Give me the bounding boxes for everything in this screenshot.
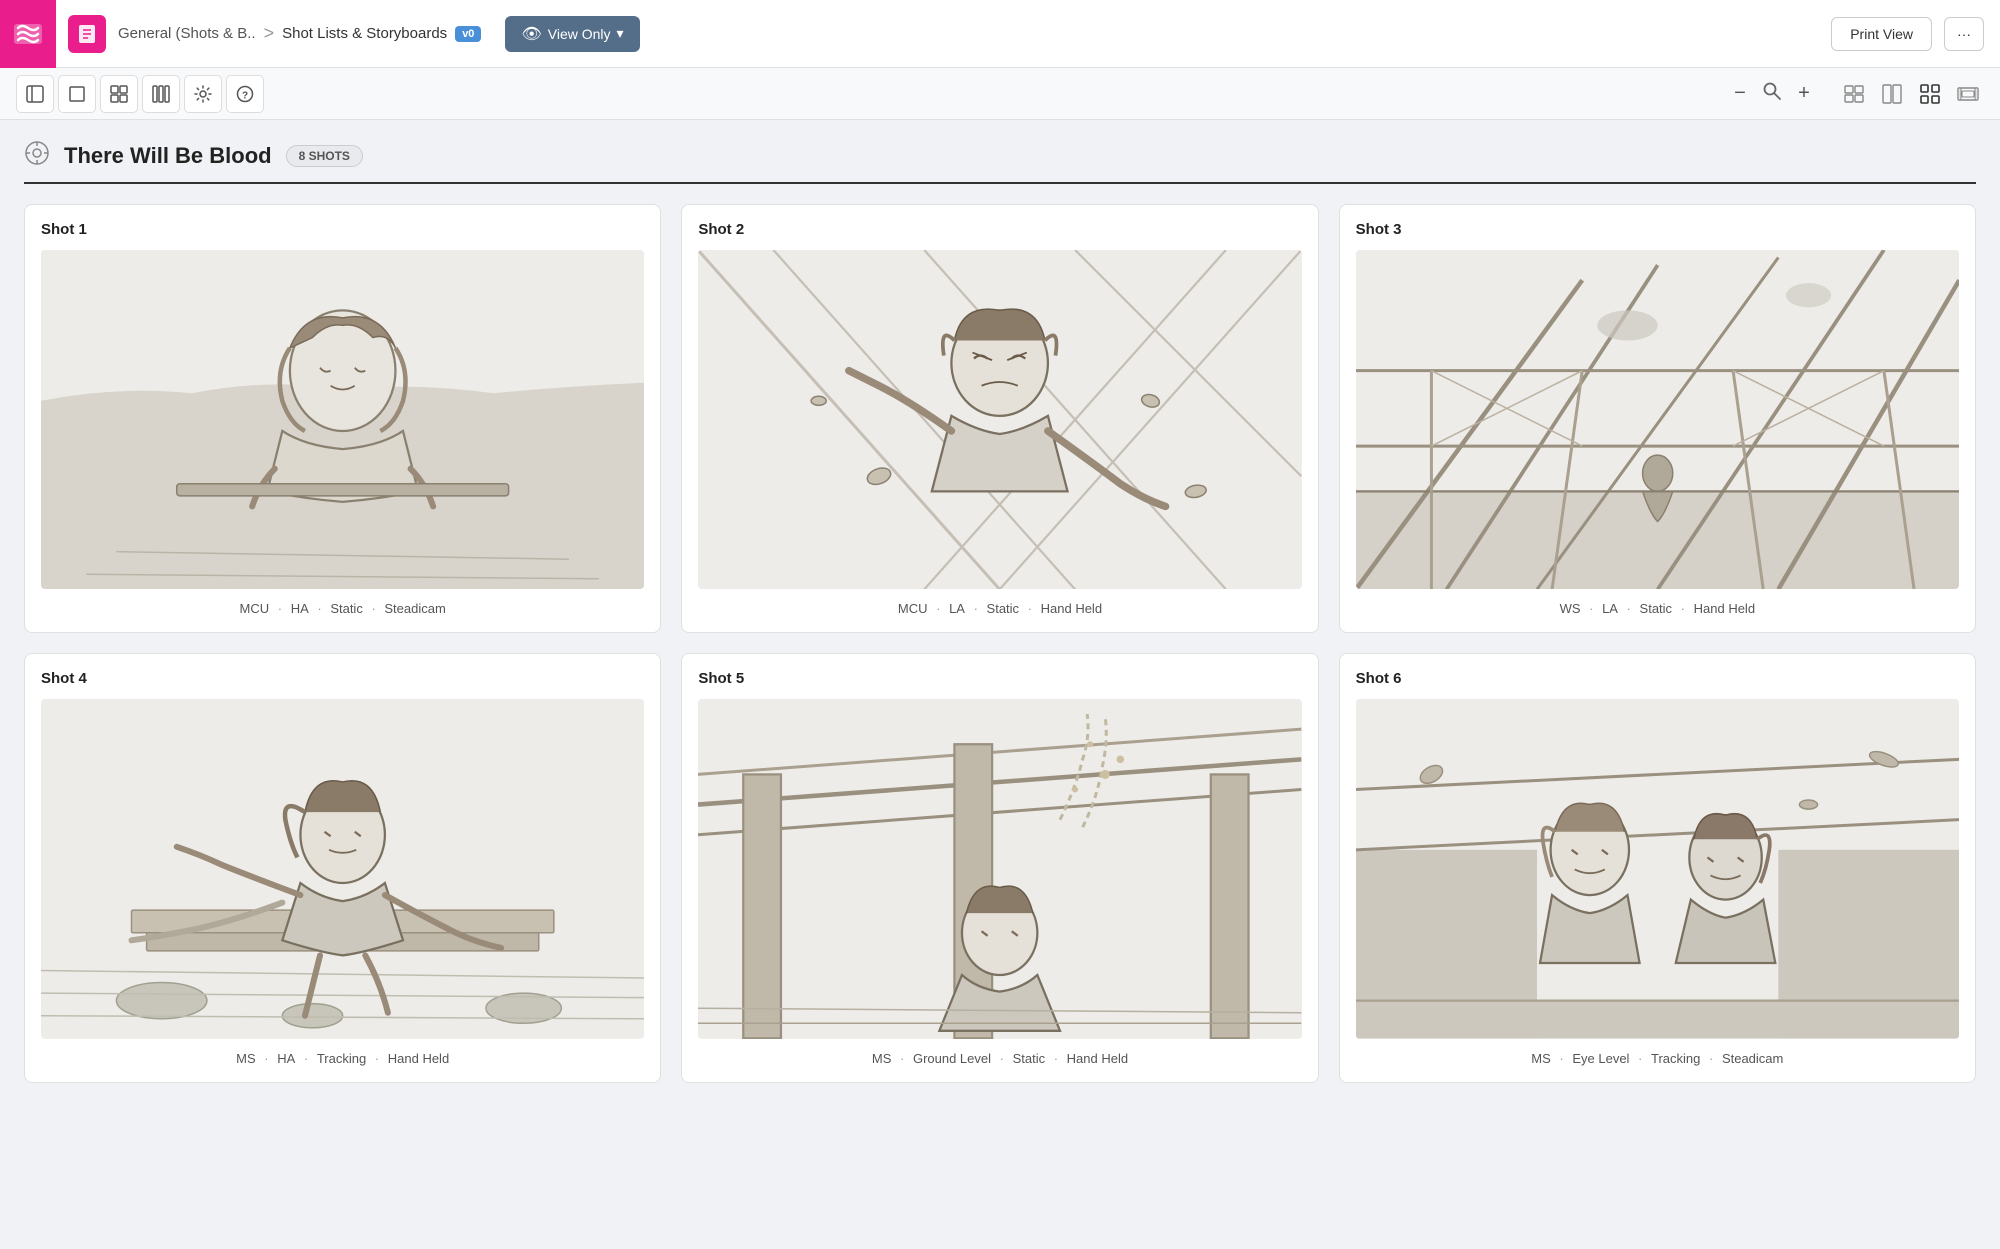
- section-header: There Will Be Blood 8 SHOTS: [24, 140, 1976, 172]
- section-title: There Will Be Blood: [64, 143, 272, 169]
- sidebar-icon: [26, 85, 44, 103]
- grid-view-button[interactable]: [1914, 78, 1946, 110]
- shots-count-badge: 8 SHOTS: [286, 145, 363, 167]
- detail-view-button[interactable]: [1876, 78, 1908, 110]
- print-view-button[interactable]: Print View: [1831, 17, 1932, 51]
- view-only-label: View Only: [548, 26, 611, 42]
- detail-view-icon: [1881, 83, 1903, 105]
- shot-card-1[interactable]: Shot 1: [24, 204, 661, 633]
- columns-icon: [152, 85, 170, 103]
- shot-card-3[interactable]: Shot 3: [1339, 204, 1976, 633]
- shot-6-image: [1356, 699, 1959, 1038]
- zoom-icon: [1762, 81, 1782, 106]
- shot-6-title: Shot 6: [1356, 670, 1959, 687]
- shot-6-tags: MS · Eye Level · Tracking · Steadicam: [1356, 1051, 1959, 1066]
- version-badge: v0: [455, 26, 481, 42]
- shots-grid: Shot 1: [24, 204, 1976, 1083]
- shot-1-sketch: [41, 250, 644, 589]
- shot-2-tags: MCU · LA · Static · Hand Held: [698, 601, 1301, 616]
- filmstrip-icon: [1957, 83, 1979, 105]
- shot-5-sketch: [698, 699, 1301, 1038]
- clapperboard-icon: [24, 140, 50, 166]
- shot-1-tags: MCU · HA · Static · Steadicam: [41, 601, 644, 616]
- shot-5-tags: MS · Ground Level · Static · Hand Held: [698, 1051, 1301, 1066]
- shot-5-title: Shot 5: [698, 670, 1301, 687]
- shot-2-image: [698, 250, 1301, 589]
- toolbar: ? − +: [0, 68, 2000, 120]
- settings-button[interactable]: [184, 75, 222, 113]
- svg-text:?: ?: [242, 90, 248, 101]
- grid-panel-icon: [110, 85, 128, 103]
- help-button[interactable]: ?: [226, 75, 264, 113]
- view-only-button[interactable]: 👁 View Only ▾: [505, 16, 639, 52]
- grid-view-icon: [1919, 83, 1941, 105]
- section-divider: [24, 182, 1976, 184]
- more-options-button[interactable]: ···: [1944, 17, 1984, 51]
- shot-2-title: Shot 2: [698, 221, 1301, 238]
- view-mode-buttons: [1838, 78, 1984, 110]
- chevron-down-icon: ▾: [617, 25, 624, 42]
- shot-3-sketch: [1356, 250, 1959, 589]
- shot-3-image: [1356, 250, 1959, 589]
- shot-3-title: Shot 3: [1356, 221, 1959, 238]
- zoom-in-button[interactable]: +: [1790, 80, 1818, 108]
- breadcrumb: General (Shots & B.. > Shot Lists & Stor…: [118, 23, 481, 44]
- single-panel-button[interactable]: [58, 75, 96, 113]
- shot-3-tags: WS · LA · Static · Hand Held: [1356, 601, 1959, 616]
- filmstrip-view-button[interactable]: [1952, 78, 1984, 110]
- help-icon: ?: [236, 85, 254, 103]
- sidebar-toggle-button[interactable]: [16, 75, 54, 113]
- shot-4-sketch: [41, 699, 644, 1038]
- shot-1-title: Shot 1: [41, 221, 644, 238]
- list-view-button[interactable]: [1838, 78, 1870, 110]
- app-header: General (Shots & B.. > Shot Lists & Stor…: [0, 0, 2000, 68]
- shot-1-image: [41, 250, 644, 589]
- shot-4-title: Shot 4: [41, 670, 644, 687]
- gear-icon: [194, 85, 212, 103]
- breadcrumb-icon: [68, 15, 106, 53]
- list-view-icon: [1843, 83, 1865, 105]
- app-logo: [0, 0, 56, 68]
- scene-icon: [24, 140, 50, 172]
- zoom-out-button[interactable]: −: [1726, 80, 1754, 108]
- shot-2-sketch: [698, 250, 1301, 589]
- single-panel-icon: [68, 85, 86, 103]
- zoom-controls: − +: [1726, 80, 1818, 108]
- shot-card-2[interactable]: Shot 2: [681, 204, 1318, 633]
- shot-card-5[interactable]: Shot 5: [681, 653, 1318, 1082]
- shot-card-4[interactable]: Shot 4: [24, 653, 661, 1082]
- shot-card-6[interactable]: Shot 6: [1339, 653, 1976, 1082]
- breadcrumb-current: Shot Lists & Storyboards: [282, 25, 447, 42]
- main-content: There Will Be Blood 8 SHOTS Shot 1: [0, 120, 2000, 1249]
- columns-panel-button[interactable]: [142, 75, 180, 113]
- shot-4-image: [41, 699, 644, 1038]
- breadcrumb-separator: >: [264, 23, 275, 44]
- shot-4-tags: MS · HA · Tracking · Hand Held: [41, 1051, 644, 1066]
- eye-icon: 👁: [521, 24, 541, 44]
- app-logo-icon: [12, 18, 44, 50]
- grid-panel-button[interactable]: [100, 75, 138, 113]
- shot-6-sketch: [1356, 699, 1959, 1038]
- breadcrumb-doc-icon: [76, 23, 98, 45]
- breadcrumb-parent[interactable]: General (Shots & B..: [118, 25, 256, 42]
- shot-5-image: [698, 699, 1301, 1038]
